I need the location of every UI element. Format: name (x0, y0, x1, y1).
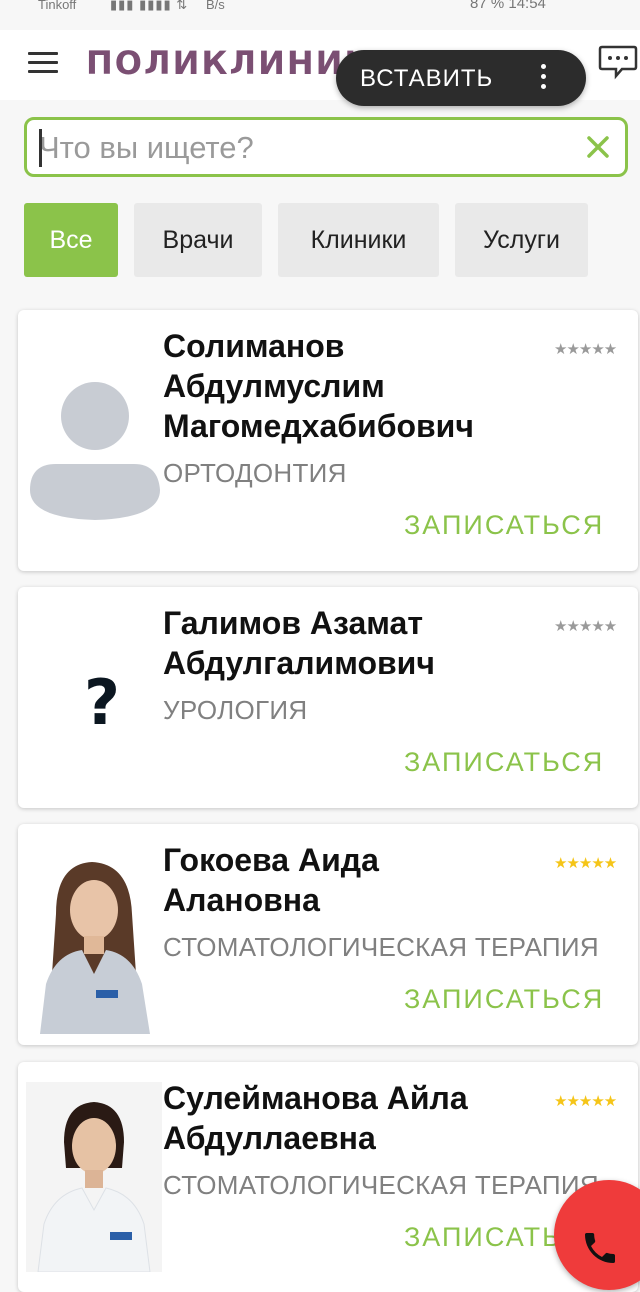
search-input[interactable] (37, 125, 571, 171)
rating-stars: ★★★★★ (554, 855, 617, 872)
battery-time: 87 % 14:54 (470, 0, 546, 12)
default-user-icon (26, 370, 162, 520)
filter-services[interactable]: Услуги (455, 203, 588, 277)
chat-bubble-icon[interactable] (598, 44, 638, 80)
svg-text:?: ? (84, 666, 120, 739)
filter-all[interactable]: Все (24, 203, 118, 277)
text-cursor (39, 129, 42, 167)
filter-doctors[interactable]: Врачи (134, 203, 262, 277)
carrier-name: Tinkoff (38, 0, 77, 12)
doctor-name: Галимов Азамат Абдулгалимович (163, 605, 435, 681)
rating-stars: ★★★★★ (554, 618, 617, 635)
doctor-card[interactable]: Сулейманова Айла Абдуллаевна ★★★★★ СТОМА… (18, 1062, 638, 1292)
filter-clinics[interactable]: Клиники (278, 203, 439, 277)
book-appointment-button[interactable]: ЗАПИСАТЬСЯ (404, 510, 604, 541)
rating-stars: ★★★★★ (554, 1093, 617, 1110)
doctor-name: Сулейманова Айла Абдуллаевна (163, 1080, 468, 1156)
doctor-photo (26, 844, 162, 1034)
doctor-card[interactable]: Солиманов Абдулмуслим Магомедхабибович ★… (18, 310, 638, 571)
doctor-specialty: СТОМАТОЛОГИЧЕСКАЯ ТЕРАПИЯ (163, 932, 599, 962)
rating-stars: ★★★★★ (554, 341, 617, 358)
doctor-card[interactable]: Гокоева Аида Алановна ★★★★★ СТОМАТОЛОГИЧ… (18, 824, 638, 1045)
status-bar: Tinkoff ▮▮▮ ▮▮▮▮ ⇅ B/s 87 % 14:54 (0, 0, 640, 14)
doctor-name: Гокоева Аида Алановна (163, 842, 379, 918)
more-vertical-icon[interactable] (536, 64, 550, 92)
doctor-specialty: СТОМАТОЛОГИЧЕСКАЯ ТЕРАПИЯ (163, 1170, 599, 1200)
doctor-specialty: ОРТОДОНТИЯ (163, 458, 347, 488)
paste-popup: ВСТАВИТЬ (336, 50, 586, 106)
network-speed: B/s (206, 0, 225, 12)
book-appointment-button[interactable]: ЗАПИСАТЬСЯ (404, 984, 604, 1015)
paste-button[interactable]: ВСТАВИТЬ (360, 65, 493, 93)
signal-icon: ▮▮▮ ▮▮▮▮ ⇅ (110, 0, 189, 12)
close-icon[interactable] (583, 132, 613, 162)
book-appointment-button[interactable]: ЗАПИСАТЬСЯ (404, 747, 604, 778)
hamburger-icon[interactable] (28, 52, 58, 74)
doctor-card[interactable]: ? Галимов Азамат Абдулгалимович ★★★★★ УР… (18, 587, 638, 808)
doctor-photo (26, 1082, 162, 1272)
question-mark-icon: ? (26, 627, 162, 777)
phone-icon (585, 1233, 615, 1263)
search-box (24, 117, 628, 177)
doctor-name: Солиманов Абдулмуслим Магомедхабибович (163, 328, 474, 444)
doctor-specialty: УРОЛОГИЯ (163, 695, 308, 725)
